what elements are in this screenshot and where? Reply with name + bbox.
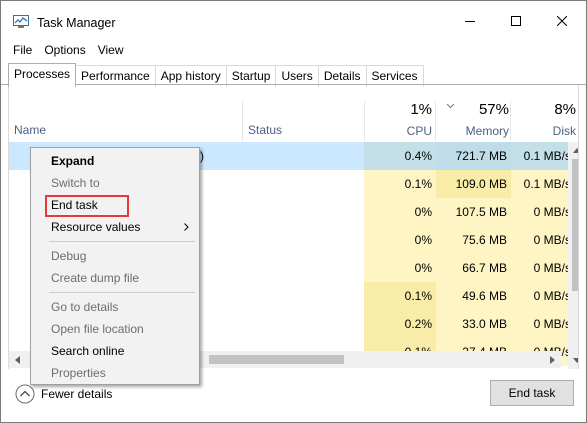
tab-processes[interactable]: Processes [8, 63, 77, 87]
menu-separator [49, 292, 195, 293]
resource-values-label: Resource values [51, 220, 141, 234]
cpu-cell: 0% [364, 254, 436, 282]
disk-total-percent: 8% [554, 101, 576, 118]
menu-options[interactable]: Options [38, 41, 91, 59]
column-disk-header[interactable]: 8% Disk [512, 101, 576, 141]
memory-column-label: Memory [465, 124, 509, 138]
menu-item-go-to-details[interactable]: Go to details [31, 296, 199, 318]
tab-strip: Processes Performance App history Startu… [8, 63, 424, 87]
menu-item-resource-values[interactable]: Resource values [31, 216, 199, 238]
chevron-up-icon [572, 148, 578, 153]
cpu-cell: 0% [364, 226, 436, 254]
memory-cell: 75.6 MB [436, 226, 511, 254]
window-title: Task Manager [37, 16, 116, 30]
cpu-cell: 0.1% [364, 282, 436, 310]
menu-item-switch-to[interactable]: Switch to [31, 172, 199, 194]
end-task-highlight-box [45, 195, 129, 217]
menu-item-search-online[interactable]: Search online [31, 340, 199, 362]
memory-cell: 109.0 MB [436, 170, 511, 198]
disk-cell: 0 MB/s [511, 254, 571, 282]
disk-cell: 0 MB/s [511, 310, 571, 338]
cpu-total-percent: 1% [410, 101, 432, 118]
fewer-details-link[interactable]: Fewer details [41, 387, 112, 401]
disk-cell: 0 MB/s [511, 198, 571, 226]
menu-separator [49, 241, 195, 242]
disk-column-label: Disk [552, 124, 576, 138]
cpu-cell: 0% [364, 198, 436, 226]
horizontal-scroll-thumb[interactable] [209, 355, 344, 364]
scroll-right-button[interactable] [544, 351, 561, 368]
menu-bar: File Options View [1, 41, 130, 59]
minimize-button[interactable] [447, 7, 493, 35]
chevron-right-icon [550, 355, 555, 364]
memory-total-percent: 57% [478, 101, 509, 118]
disk-cell: 0 MB/s [511, 226, 571, 254]
column-memory-header[interactable]: 57% Memory [436, 101, 509, 141]
cpu-column-label: CPU [406, 124, 432, 138]
disk-cell: 0.1 MB/s [511, 170, 571, 198]
cpu-cell: 0.1% [364, 170, 436, 198]
context-menu: Expand Switch to End task Resource value… [30, 147, 200, 385]
memory-cell: 721.7 MB [436, 142, 511, 170]
chevron-up-circle-icon[interactable] [15, 384, 35, 404]
minimize-icon [465, 21, 475, 22]
menu-item-expand[interactable]: Expand [31, 150, 199, 172]
vertical-scroll-thumb[interactable] [572, 159, 578, 291]
disk-cell: 0 MB/s [511, 282, 571, 310]
end-task-button[interactable]: End task [490, 380, 574, 406]
table-header: Name Status 1% CPU 57% Memory 8% Disk [9, 85, 578, 141]
cpu-cell: 0.2% [364, 310, 436, 338]
memory-cell: 33.0 MB [436, 310, 511, 338]
menu-item-open-file-location[interactable]: Open file location [31, 318, 199, 340]
task-manager-icon [13, 15, 29, 28]
memory-cell: 107.5 MB [436, 198, 511, 226]
menu-item-properties[interactable]: Properties [31, 362, 199, 384]
menu-item-debug[interactable]: Debug [31, 245, 199, 267]
submenu-arrow-icon [184, 223, 189, 231]
vertical-scrollbar[interactable] [568, 142, 578, 369]
column-cpu-header[interactable]: 1% CPU [364, 101, 432, 141]
scroll-down-button[interactable] [568, 352, 578, 369]
column-status-header[interactable]: Status [248, 123, 282, 137]
scroll-up-button[interactable] [568, 142, 578, 159]
memory-cell: 66.7 MB [436, 254, 511, 282]
maximize-icon [511, 16, 521, 26]
column-name-header[interactable]: Name [14, 123, 46, 137]
maximize-button[interactable] [493, 7, 539, 35]
close-icon [557, 16, 567, 26]
menu-view[interactable]: View [92, 41, 130, 59]
scroll-left-button[interactable] [9, 351, 26, 368]
task-manager-window: Task Manager File Options View Processes… [0, 0, 587, 423]
column-divider[interactable] [242, 101, 243, 141]
menu-item-create-dump-file[interactable]: Create dump file [31, 267, 199, 289]
memory-cell: 49.6 MB [436, 282, 511, 310]
menu-file[interactable]: File [1, 41, 38, 59]
disk-cell: 0.1 MB/s [511, 142, 571, 170]
chevron-down-icon [572, 358, 578, 363]
tab-divider [1, 84, 586, 85]
cpu-cell: 0.4% [364, 142, 436, 170]
close-button[interactable] [539, 7, 585, 35]
title-bar: Task Manager [1, 1, 586, 35]
process-name-fragment: ) [200, 149, 204, 163]
column-divider[interactable] [510, 101, 511, 141]
chevron-left-icon [15, 355, 20, 364]
